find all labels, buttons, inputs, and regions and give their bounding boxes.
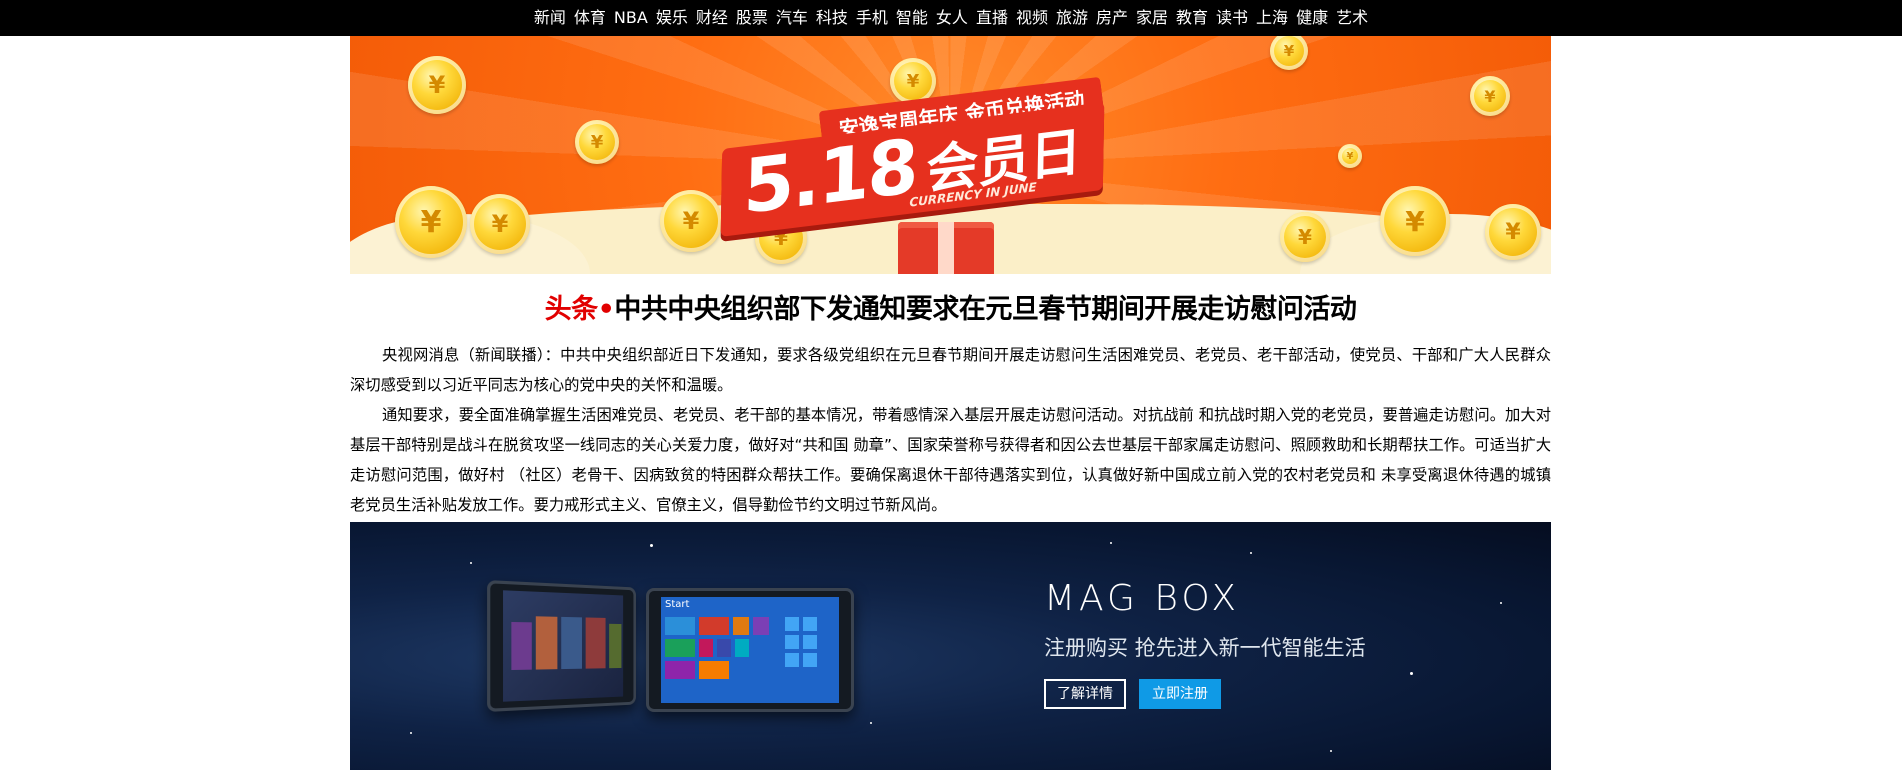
nav-item: 房产 [1092, 0, 1132, 36]
nav-link[interactable]: 体育 [574, 8, 606, 27]
star [470, 562, 472, 564]
star [650, 544, 653, 547]
nav-link[interactable]: 旅游 [1056, 8, 1088, 27]
nav-link[interactable]: 智能 [896, 8, 928, 27]
nav-item: 新闻 [530, 0, 570, 36]
nav-item: 教育 [1172, 0, 1212, 36]
nav-list: 新闻 体育 NBA 娱乐 财经 股票 汽车 科技 手机 智能 女人 直播 视频 旅游 房产 家居 教育 读书 上海健… [530, 0, 1372, 36]
nav-link[interactable]: 新闻 [534, 8, 566, 27]
nav-link[interactable]: 艺术 [1336, 8, 1368, 27]
star [1330, 750, 1332, 752]
nav-item: 汽车 [772, 0, 812, 36]
coin-icon [1338, 144, 1362, 168]
nav-item: 体育 [570, 0, 610, 36]
coin-icon [395, 186, 467, 258]
nav-item: 财经 [692, 0, 732, 36]
promo-banner-member-day[interactable]: 安逸宝周年庆 金币兑换活动 5.18会员日 CURRENCY IN JUNE [350, 36, 1551, 274]
coin-icon [408, 56, 466, 114]
nav-item: 家居 [1132, 0, 1172, 36]
nav-link[interactable]: 科技 [816, 8, 848, 27]
coin-icon [1280, 212, 1330, 262]
tablet-start-screen-image: Start [646, 588, 854, 712]
coin-icon [1485, 204, 1541, 260]
nav-item: 智能 [892, 0, 932, 36]
nav-link[interactable]: 直播 [976, 8, 1008, 27]
star [1250, 552, 1252, 554]
star [1500, 602, 1502, 604]
coin-icon [660, 190, 722, 252]
nav-link[interactable]: 家居 [1136, 8, 1168, 27]
nav-item: 视频 [1012, 0, 1052, 36]
star [410, 732, 412, 734]
article-body: 央视网消息（新闻联播）：中共中央组织部近日下发通知，要求各级党组织在元旦春节期间… [350, 340, 1551, 520]
nav-item: 科技 [812, 0, 852, 36]
nav-item: 读书 [1212, 0, 1252, 36]
learn-more-button[interactable]: 了解详情 [1044, 679, 1126, 709]
nav-item: 艺术 [1332, 0, 1372, 36]
nav-item: 健康 [1292, 0, 1332, 36]
nav-item: 娱乐 [652, 0, 692, 36]
register-now-button[interactable]: 立即注册 [1139, 679, 1221, 709]
coin-icon [1380, 186, 1450, 256]
gift-box-icon [898, 222, 994, 274]
star [1410, 672, 1413, 675]
nav-item: 直播 [972, 0, 1012, 36]
magbox-subtitle: 注册购买 抢先进入新一代智能生活 [1044, 636, 1366, 660]
nav-item: NBA [610, 0, 652, 36]
nav-link[interactable]: 读书 [1216, 8, 1248, 27]
nav-link[interactable]: 财经 [696, 8, 728, 27]
main-content: 安逸宝周年庆 金币兑换活动 5.18会员日 CURRENCY IN JUNE 头… [350, 36, 1551, 770]
nav-link[interactable]: 汽车 [776, 8, 808, 27]
tablet-screen: Start [661, 597, 839, 703]
nav-link[interactable]: 视频 [1016, 8, 1048, 27]
nav-item: 上海 [1252, 0, 1292, 36]
headline: 头条•中共中央组织部下发通知要求在元旦春节期间开展走访慰问活动 [350, 290, 1551, 330]
nav-link[interactable]: NBA [614, 8, 648, 27]
nav-link[interactable]: 健康 [1296, 8, 1328, 27]
banner-date: 5.18 [742, 123, 918, 232]
nav-link[interactable]: 娱乐 [656, 8, 688, 27]
star [1110, 542, 1112, 544]
start-label: Start [665, 599, 690, 610]
magbox-banner: Start MAG BOX 注册购买 抢先进入新一代智能生活 了解详情 立即注册 [350, 522, 1551, 770]
coin-icon [575, 120, 619, 164]
headline-title[interactable]: 中共中央组织部下发通知要求在元旦春节期间开展走访慰问活动 [614, 294, 1357, 325]
nav-link[interactable]: 教育 [1176, 8, 1208, 27]
tablet-media-image [487, 580, 636, 712]
nav-link[interactable]: 房产 [1096, 8, 1128, 27]
nav-item: 股票 [732, 0, 772, 36]
nav-item: 女人 [932, 0, 972, 36]
star [870, 722, 872, 724]
nav-link[interactable]: 女人 [936, 8, 968, 27]
coin-icon [1470, 76, 1510, 116]
top-nav: 新闻 体育 NBA 娱乐 财经 股票 汽车 科技 手机 智能 女人 直播 视频 旅游 房产 家居 教育 读书 上海健… [0, 0, 1902, 36]
nav-item: 旅游 [1052, 0, 1092, 36]
article-paragraph: 央视网消息（新闻联播）：中共中央组织部近日下发通知，要求各级党组织在元旦春节期间… [350, 346, 1551, 394]
nav-link[interactable]: 股票 [736, 8, 768, 27]
headline-prefix: 头条• [544, 294, 615, 325]
nav-item: 手机 [852, 0, 892, 36]
coin-icon [1270, 36, 1308, 70]
nav-link[interactable]: 手机 [856, 8, 888, 27]
coin-icon [470, 194, 530, 254]
tablet-screen [503, 590, 624, 702]
magbox-logo: MAG BOX [1044, 578, 1241, 619]
nav-link[interactable]: 上海 [1256, 8, 1288, 27]
article-paragraph: 通知要求，要全面准确掌握生活困难党员、老党员、老干部的基本情况，带着感情深入基层… [350, 406, 1551, 514]
